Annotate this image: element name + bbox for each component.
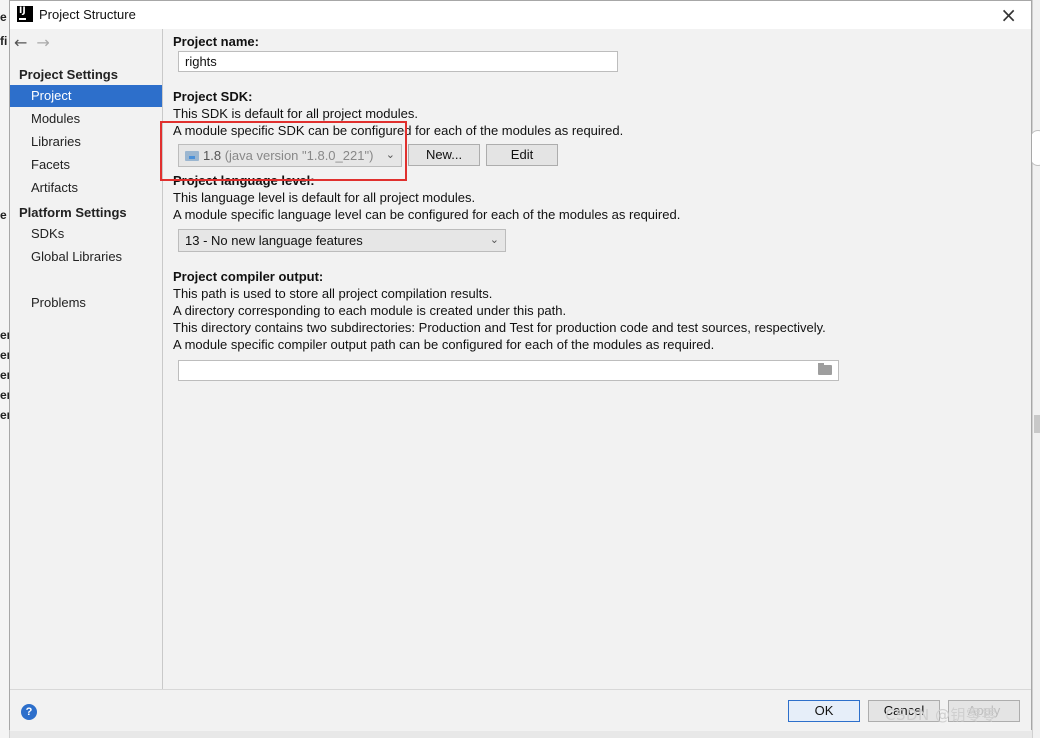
ok-button[interactable]: OK (788, 700, 860, 722)
screen: e fi e er er er er er IJ Project Structu… (0, 0, 1040, 738)
sidebar-item-global-libraries[interactable]: Global Libraries (10, 246, 162, 268)
project-sdk-select[interactable]: 1.8 (java version "1.8.0_221") ⌄ (178, 144, 402, 167)
folder-icon (185, 151, 199, 161)
back-arrow-icon[interactable]: ← (14, 33, 27, 52)
project-sdk-desc-1: This SDK is default for all project modu… (173, 106, 418, 121)
language-level-desc-1: This language level is default for all p… (173, 190, 476, 205)
sdk-version: (java version "1.8.0_221") (224, 148, 374, 163)
close-icon[interactable]: × (1000, 3, 1017, 27)
chevron-down-icon: ⌄ (385, 148, 395, 161)
language-level-select[interactable]: 13 - No new language features ⌄ (178, 229, 506, 252)
bg-fragment: fi (0, 34, 8, 48)
sidebar-item-artifacts[interactable]: Artifacts (10, 177, 162, 199)
project-settings-panel: Project name: Project SDK: This SDK is d… (163, 29, 1031, 689)
compiler-output-desc-2: A directory corresponding to each module… (173, 303, 567, 318)
help-icon[interactable]: ? (21, 704, 37, 720)
sidebar-item-libraries[interactable]: Libraries (10, 131, 162, 153)
compiler-output-desc-4: A module specific compiler output path c… (173, 337, 715, 352)
title-bar: IJ Project Structure × (10, 1, 1031, 29)
sidebar-item-project[interactable]: Project (10, 85, 162, 107)
project-sdk-desc-2: A module specific SDK can be configured … (173, 123, 624, 138)
sidebar-item-sdks[interactable]: SDKs (10, 223, 162, 245)
dialog-footer: ? OK Cancel Apply (10, 689, 1031, 731)
project-name-input[interactable] (178, 51, 618, 72)
language-level-label: Project language level: (173, 173, 315, 188)
edit-sdk-button[interactable]: Edit (486, 144, 558, 166)
bg-fragment: e (0, 10, 7, 24)
chevron-down-icon: ⌄ (489, 233, 499, 246)
forward-arrow-icon[interactable]: → (36, 33, 49, 52)
csdn-watermark: CSDN @钥零零 (885, 706, 998, 724)
new-sdk-button[interactable]: New... (408, 144, 480, 166)
project-sdk-label: Project SDK: (173, 89, 253, 104)
nav-arrows: ← → (14, 33, 59, 52)
settings-sidebar: ← → Project Settings Project Modules Libr… (10, 29, 163, 689)
platform-settings-heading: Platform Settings (19, 205, 127, 220)
sdk-selected-value: 1.8 (203, 148, 222, 163)
background-ide-right-edge (1030, 0, 1040, 738)
sidebar-item-facets[interactable]: Facets (10, 154, 162, 176)
bg-fragment: e (0, 208, 7, 222)
intellij-app-icon: IJ (17, 6, 33, 22)
sidebar-item-modules[interactable]: Modules (10, 108, 162, 130)
compiler-output-desc-1: This path is used to store all project c… (173, 286, 493, 301)
window-title: Project Structure (39, 7, 136, 22)
project-name-label: Project name: (173, 34, 259, 49)
compiler-output-label: Project compiler output: (173, 269, 324, 284)
language-level-value: 13 - No new language features (185, 233, 363, 248)
project-settings-heading: Project Settings (19, 67, 118, 82)
browse-folder-icon[interactable] (818, 363, 832, 375)
sidebar-item-problems[interactable]: Problems (10, 292, 162, 314)
compiler-output-field[interactable] (178, 360, 839, 381)
background-scrollbar (1034, 415, 1040, 433)
compiler-output-desc-3: This directory contains two subdirectori… (173, 320, 826, 335)
language-level-desc-2: A module specific language level can be … (173, 207, 681, 222)
project-structure-dialog: IJ Project Structure × ← → Project Settin… (9, 0, 1032, 731)
